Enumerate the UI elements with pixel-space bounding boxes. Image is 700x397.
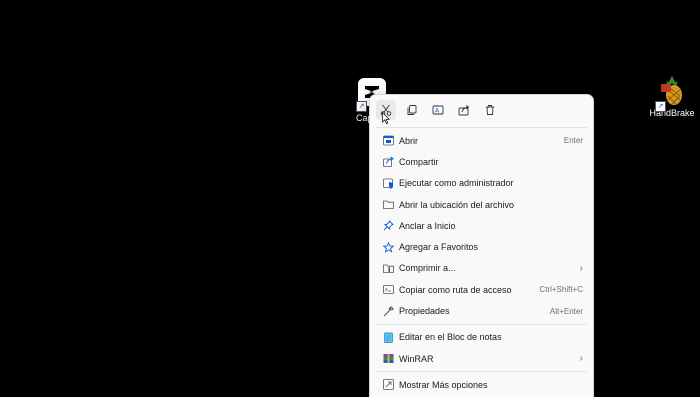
menu-item-label: Mostrar Más opciones [399,379,488,390]
wrench-icon [382,305,394,317]
menu-item-label: Anclar a Inicio [399,220,456,231]
menu-item-open-file-location[interactable]: Abrir la ubicación del archivo [370,194,593,215]
menu-item-share[interactable]: Compartir [370,151,593,172]
menu-item-label: Comprimir a... [399,263,456,274]
shield-icon [382,177,394,189]
menu-item-label: Agregar a Favoritos [399,242,479,253]
menu-item-label: Abrir [399,135,419,146]
chevron-right-icon: › [579,262,583,274]
share-icon [382,156,394,168]
shortcut-arrow-icon: ↗ [356,101,367,112]
svg-text:A: A [435,108,440,115]
path-icon [382,284,394,296]
delete-button[interactable] [480,100,500,120]
shortcut-arrow-icon: ↗ [655,101,666,112]
rename-icon: A [432,105,444,115]
menu-item-add-to-favorites[interactable]: Agregar a Favoritos [370,236,593,257]
trash-icon [486,105,494,115]
context-menu: A Abrir Enter Compartir Ejecutar como ad… [369,94,594,397]
notepad-icon [382,331,394,343]
handbrake-pineapple-icon: ↗ [655,75,687,112]
desktop-icon-handbrake[interactable]: ↗ HandBrake [648,75,696,118]
share-button[interactable] [454,100,474,120]
menu-item-compress-to[interactable]: Comprimir a... › [370,258,593,279]
menu-item-label: WinRAR [399,353,434,364]
share-icon [458,105,470,116]
copy-icon [407,105,417,115]
separator [376,371,587,373]
winrar-icon [382,353,394,365]
menu-item-shortcut: Enter [563,136,583,146]
mouse-cursor-icon [382,112,390,124]
open-icon [382,135,394,147]
menu-item-edit-in-notepad[interactable]: Editar en el Bloc de notas [370,327,593,348]
menu-item-label: Propiedades [399,306,450,317]
separator [376,127,587,128]
separator [376,323,587,325]
menu-item-label: Editar en el Bloc de notas [399,332,502,343]
desktop: ↗ Cap ↗ HandBrake A Abrir Enter Comparti… [0,0,700,397]
menu-item-shortcut: Alt+Enter [549,306,583,316]
pin-icon [382,220,394,232]
rename-button[interactable]: A [428,100,448,120]
menu-item-shortcut: Ctrl+Shift+C [539,285,583,295]
menu-item-show-more-options[interactable]: Mostrar Más opciones [370,374,593,395]
star-icon [382,241,394,253]
menu-item-pin-to-start[interactable]: Anclar a Inicio [370,215,593,236]
menu-item-label: Compartir [399,156,439,167]
chevron-right-icon: › [579,353,583,365]
menu-item-properties[interactable]: Propiedades Alt+Enter [370,300,593,321]
menu-item-label: Abrir la ubicación del archivo [399,199,515,210]
menu-item-label: Copiar como ruta de acceso [399,284,512,295]
menu-item-winrar[interactable]: WinRAR › [370,348,593,369]
zip-folder-icon [382,262,394,274]
copy-button[interactable] [402,100,422,120]
menu-item-label: Ejecutar como administrador [399,178,514,189]
folder-icon [382,199,394,211]
quick-actions-bar: A [370,95,593,125]
menu-item-copy-as-path[interactable]: Copiar como ruta de acceso Ctrl+Shift+C [370,279,593,300]
more-options-icon [382,379,394,391]
menu-item-open[interactable]: Abrir Enter [370,130,593,151]
menu-item-run-as-admin[interactable]: Ejecutar como administrador [370,173,593,194]
